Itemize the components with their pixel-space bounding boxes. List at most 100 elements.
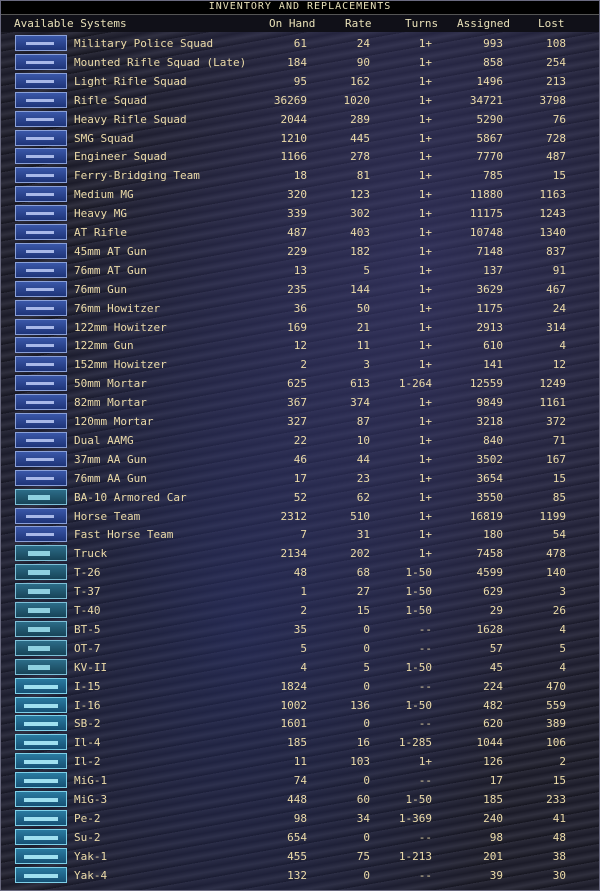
table-row[interactable]: Heavy MG 339 302 1+ 11175 1243 [0, 204, 600, 222]
gun-icon[interactable] [15, 299, 67, 316]
aircraft-icon[interactable] [15, 828, 67, 845]
table-row[interactable]: Horse Team 2312 510 1+ 16819 1199 [0, 507, 600, 525]
aircraft-icon[interactable] [15, 734, 67, 751]
machine-gun-icon[interactable] [15, 186, 67, 203]
rifle-icon[interactable] [15, 224, 67, 240]
column-header-name[interactable]: Available Systems [14, 17, 127, 30]
mortar-icon[interactable] [15, 375, 67, 392]
table-row[interactable]: I-16 1002 136 1-50 482 559 [0, 696, 600, 714]
tank-icon[interactable] [15, 564, 67, 581]
table-row[interactable]: Heavy Rifle Squad 2044 289 1+ 5290 76 [0, 110, 600, 128]
tank-icon[interactable] [15, 658, 67, 675]
table-row[interactable]: Su-2 654 0 -- 98 48 [0, 828, 600, 846]
turns-value: 1+ [418, 755, 432, 769]
table-row[interactable]: BA-10 Armored Car 52 62 1+ 3550 85 [0, 488, 600, 506]
aircraft-icon[interactable] [15, 809, 67, 826]
table-row[interactable]: Military Police Squad 61 24 1+ 993 108 [0, 34, 600, 52]
machine-gun-icon[interactable] [15, 205, 67, 222]
rifle-icon[interactable] [15, 35, 67, 51]
aircraft-icon[interactable] [15, 772, 67, 789]
table-row[interactable]: OT-7 5 0 -- 57 5 [0, 639, 600, 657]
table-row[interactable]: Mounted Rifle Squad (Late) 184 90 1+ 858 254 [0, 53, 600, 71]
column-header-assigned[interactable]: Assigned [457, 17, 510, 30]
column-header-lost[interactable]: Lost [538, 17, 565, 30]
gun-icon[interactable] [15, 261, 67, 278]
tank-icon[interactable] [15, 620, 67, 637]
rifle-icon[interactable] [15, 148, 67, 165]
table-row[interactable]: MiG-3 448 60 1-50 185 233 [0, 790, 600, 808]
table-row[interactable]: 82mm Mortar 367 374 1+ 9849 1161 [0, 393, 600, 411]
rifle-icon[interactable] [15, 110, 67, 127]
tank-icon[interactable] [15, 639, 67, 656]
table-row[interactable]: T-26 48 68 1-50 4599 140 [0, 563, 600, 581]
table-row[interactable]: 37mm AA Gun 46 44 1+ 3502 167 [0, 450, 600, 468]
tank-icon[interactable] [15, 583, 67, 600]
table-row[interactable]: Dual AAMG 22 10 1+ 840 71 [0, 431, 600, 449]
mortar-icon[interactable] [15, 394, 67, 411]
table-row[interactable]: MiG-1 74 0 -- 17 15 [0, 771, 600, 789]
aircraft-icon[interactable] [15, 847, 67, 864]
table-row[interactable]: Light Rifle Squad 95 162 1+ 1496 213 [0, 72, 600, 90]
rifle-icon[interactable] [15, 167, 67, 184]
aa-gun-icon[interactable] [15, 431, 67, 448]
table-row[interactable]: 152mm Howitzer 2 3 1+ 141 12 [0, 355, 600, 373]
table-row[interactable]: Medium MG 320 123 1+ 11880 1163 [0, 185, 600, 203]
column-header-on-hand[interactable]: On Hand [269, 17, 315, 30]
tank-icon[interactable] [15, 602, 67, 618]
aircraft-icon[interactable] [15, 866, 67, 883]
table-row[interactable]: 120mm Mortar 327 87 1+ 3218 372 [0, 412, 600, 430]
on-hand-value: 36 [293, 301, 307, 315]
column-header-turns[interactable]: Turns [405, 17, 438, 30]
gun-icon[interactable] [15, 242, 67, 259]
on-hand-value: 625 [287, 377, 307, 391]
horse-icon[interactable] [15, 526, 67, 543]
table-row[interactable]: 76mm AA Gun 17 23 1+ 3654 15 [0, 469, 600, 487]
table-row[interactable]: Yak-1 455 75 1-213 201 38 [0, 847, 600, 865]
smg-icon[interactable] [15, 129, 67, 146]
gun-icon[interactable] [15, 280, 67, 297]
aircraft-icon[interactable] [15, 677, 67, 694]
table-row[interactable]: 76mm Gun 235 144 1+ 3629 467 [0, 280, 600, 298]
table-row[interactable]: AT Rifle 487 403 1+ 10748 1340 [0, 223, 600, 241]
table-row[interactable]: 45mm AT Gun 229 182 1+ 7148 837 [0, 242, 600, 260]
table-row[interactable]: SB-2 1601 0 -- 620 389 [0, 714, 600, 732]
table-row[interactable]: Rifle Squad 36269 1020 1+ 34721 3798 [0, 91, 600, 109]
turns-value: 1+ [418, 301, 432, 315]
table-row[interactable]: Fast Horse Team 7 31 1+ 180 54 [0, 525, 600, 543]
table-row[interactable]: Il-2 11 103 1+ 126 2 [0, 752, 600, 770]
table-row[interactable]: BT-5 35 0 -- 1628 4 [0, 620, 600, 638]
aa-gun-icon[interactable] [15, 450, 67, 467]
aa-gun-icon[interactable] [15, 469, 67, 486]
gun-icon[interactable] [15, 337, 67, 354]
table-row[interactable]: 50mm Mortar 625 613 1-264 12559 1249 [0, 374, 600, 392]
table-row[interactable]: Il-4 185 16 1-285 1044 106 [0, 733, 600, 751]
truck-icon[interactable] [15, 545, 67, 562]
column-header-rate[interactable]: Rate [345, 17, 372, 30]
mortar-icon[interactable] [15, 413, 67, 429]
table-row[interactable]: Engineer Squad 1166 278 1+ 7770 487 [0, 147, 600, 165]
table-row[interactable]: 122mm Howitzer 169 21 1+ 2913 314 [0, 318, 600, 336]
table-row[interactable]: 122mm Gun 12 11 1+ 610 4 [0, 336, 600, 354]
aircraft-icon[interactable] [15, 715, 67, 732]
gun-icon[interactable] [15, 356, 67, 373]
rifle-icon[interactable] [15, 53, 67, 70]
aircraft-icon[interactable] [15, 753, 67, 770]
aircraft-icon[interactable] [15, 791, 67, 807]
table-row[interactable]: I-15 1824 0 -- 224 470 [0, 677, 600, 695]
table-row[interactable]: 76mm Howitzer 36 50 1+ 1175 24 [0, 299, 600, 317]
armored-car-icon[interactable] [15, 488, 67, 505]
table-row[interactable]: Yak-4 132 0 -- 39 30 [0, 866, 600, 884]
gun-icon[interactable] [15, 318, 67, 335]
table-row[interactable]: SMG Squad 1210 445 1+ 5867 728 [0, 129, 600, 147]
horse-icon[interactable] [15, 507, 67, 524]
table-row[interactable]: KV-II 4 5 1-50 45 4 [0, 658, 600, 676]
table-row[interactable]: Pe-2 98 34 1-369 240 41 [0, 809, 600, 827]
aircraft-icon[interactable] [15, 696, 67, 713]
rifle-icon[interactable] [15, 91, 67, 108]
table-row[interactable]: T-37 1 27 1-50 629 3 [0, 582, 600, 600]
table-row[interactable]: 76mm AT Gun 13 5 1+ 137 91 [0, 261, 600, 279]
table-row[interactable]: Truck 2134 202 1+ 7458 478 [0, 544, 600, 562]
table-row[interactable]: T-40 2 15 1-50 29 26 [0, 601, 600, 619]
rifle-icon[interactable] [15, 72, 67, 89]
table-row[interactable]: Ferry-Bridging Team 18 81 1+ 785 15 [0, 166, 600, 184]
